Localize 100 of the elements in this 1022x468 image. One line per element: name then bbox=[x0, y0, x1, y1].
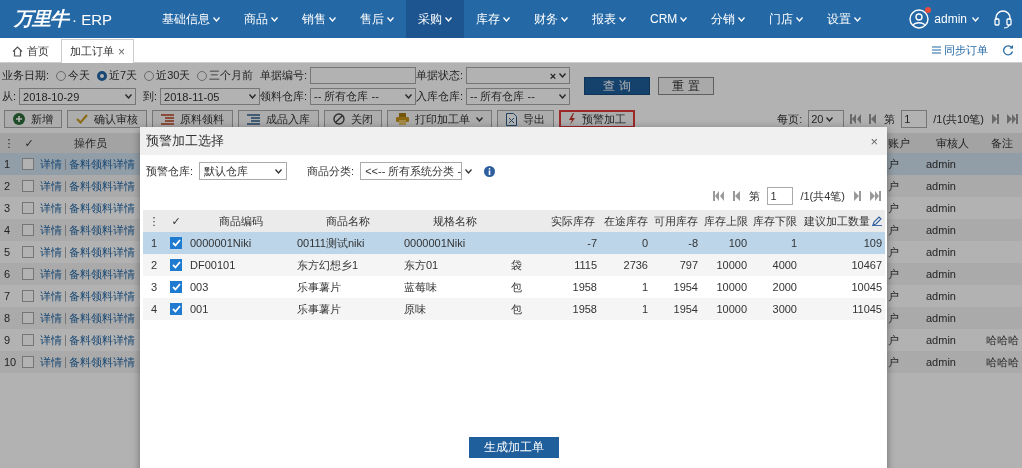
next-page-icon[interactable] bbox=[852, 191, 863, 201]
sync-orders-link[interactable]: 同步订单 bbox=[932, 42, 988, 58]
reset-button[interactable]: 重 置 bbox=[658, 77, 714, 95]
detail-link[interactable]: 备料领料详情 bbox=[69, 354, 135, 370]
radio-button[interactable] bbox=[97, 70, 108, 81]
radio-button[interactable] bbox=[197, 70, 208, 81]
radio-label[interactable]: 三个月前 bbox=[209, 68, 254, 83]
nav-menu-item[interactable]: 门店 bbox=[757, 0, 816, 38]
search-button[interactable]: 查 询 bbox=[584, 77, 650, 95]
page-tab[interactable]: 首页 bbox=[3, 39, 58, 62]
next-page-icon[interactable] bbox=[990, 114, 1001, 124]
row-checkbox[interactable] bbox=[22, 180, 34, 192]
row-checkbox[interactable] bbox=[22, 334, 34, 346]
date-select[interactable]: 2018-11-05 bbox=[160, 88, 260, 105]
nav-menu-item[interactable]: 商品 bbox=[232, 0, 290, 38]
toolbar-button[interactable]: 打印加工单 bbox=[387, 110, 492, 128]
radio-button[interactable] bbox=[56, 70, 67, 81]
radio-label[interactable]: 近7天 bbox=[109, 68, 138, 83]
detail-link[interactable]: 备料领料详情 bbox=[69, 288, 135, 304]
detail-link[interactable]: 备料领料详情 bbox=[69, 200, 135, 216]
detail-link[interactable]: 备料领料详情 bbox=[69, 266, 135, 282]
row-checkbox[interactable] bbox=[170, 281, 182, 293]
row-checkbox[interactable] bbox=[170, 259, 182, 271]
status-select[interactable]: × bbox=[466, 67, 571, 84]
nav-menu-item[interactable]: 库存 bbox=[464, 0, 522, 38]
nav-menu-item[interactable]: CRM bbox=[638, 0, 700, 38]
nav-menu-item[interactable]: 财务 bbox=[522, 0, 580, 38]
detail-link[interactable]: 备料领料详情 bbox=[69, 332, 135, 348]
toolbar-button[interactable]: 关闭 bbox=[324, 110, 382, 128]
close-icon[interactable]: × bbox=[870, 133, 878, 149]
toolbar-button[interactable]: 原料领料 bbox=[152, 110, 233, 128]
column-header: 商品编码 bbox=[218, 213, 263, 229]
detail-link[interactable]: 备料领料详情 bbox=[69, 244, 135, 260]
row-checkbox[interactable] bbox=[170, 237, 182, 249]
nav-menu-item[interactable]: 报表 bbox=[580, 0, 638, 38]
detail-link[interactable]: 备料领料详情 bbox=[69, 178, 135, 194]
detail-link[interactable]: 详情 bbox=[40, 200, 62, 216]
date-select[interactable]: 2018-10-29 bbox=[19, 88, 136, 105]
warehouse-select[interactable]: -- 所有仓库 -- bbox=[466, 88, 571, 105]
headset-icon[interactable] bbox=[994, 9, 1012, 29]
nav-menu-item[interactable]: 采购 bbox=[406, 0, 464, 38]
table-row[interactable]: 1 0000001Niki 00111测试niki 0000001Niki -7 0 -8 100 1 109 bbox=[143, 232, 885, 254]
row-checkbox[interactable] bbox=[22, 246, 34, 258]
detail-link[interactable]: 详情 bbox=[40, 156, 62, 172]
info-icon[interactable] bbox=[484, 165, 496, 177]
warehouse-select[interactable]: -- 所有仓库 -- bbox=[310, 88, 416, 105]
row-checkbox[interactable] bbox=[22, 312, 34, 324]
detail-link[interactable]: 详情 bbox=[40, 354, 62, 370]
detail-link[interactable]: 备料领料详情 bbox=[69, 222, 135, 238]
pencil-icon[interactable] bbox=[872, 216, 882, 226]
warehouse-select[interactable]: 默认仓库 bbox=[199, 162, 288, 180]
toolbar-button[interactable]: 导出 bbox=[497, 110, 554, 128]
radio-label[interactable]: 今天 bbox=[68, 68, 91, 83]
row-checkbox[interactable] bbox=[22, 268, 34, 280]
detail-link[interactable]: 详情 bbox=[40, 244, 62, 260]
toolbar-button[interactable]: 确认审核 bbox=[67, 110, 147, 128]
detail-link[interactable]: 详情 bbox=[40, 222, 62, 238]
detail-link[interactable]: 备料领料详情 bbox=[69, 310, 135, 326]
table-row[interactable]: 2 DF00101 东方幻想乡1 东方01 袋 1115 2736 797 10000 4000 10467 bbox=[143, 254, 885, 276]
row-checkbox[interactable] bbox=[22, 290, 34, 302]
page-tab[interactable]: 加工订单 × bbox=[61, 39, 134, 63]
radio-label[interactable]: 近30天 bbox=[156, 68, 191, 83]
radio-button[interactable] bbox=[144, 70, 155, 81]
detail-link[interactable]: 详情 bbox=[40, 266, 62, 282]
document-icon bbox=[506, 112, 517, 126]
user-icon[interactable] bbox=[909, 9, 930, 29]
nav-menu-item[interactable]: 销售 bbox=[290, 0, 348, 38]
row-checkbox[interactable] bbox=[22, 158, 34, 170]
detail-link[interactable]: 详情 bbox=[40, 288, 62, 304]
previous-page-icon[interactable] bbox=[731, 191, 743, 201]
toolbar-button[interactable]: 成品入库 bbox=[238, 110, 319, 128]
nav-menu-item[interactable]: 分销 bbox=[699, 0, 758, 38]
page-input[interactable]: 1 bbox=[901, 110, 928, 128]
last-page-icon[interactable] bbox=[870, 191, 881, 201]
toolbar-button[interactable]: 新增 bbox=[4, 110, 62, 128]
last-page-icon[interactable] bbox=[1007, 114, 1018, 124]
nav-menu-item[interactable]: 设置 bbox=[815, 0, 874, 38]
previous-page-icon[interactable] bbox=[867, 114, 879, 124]
row-checkbox[interactable] bbox=[170, 303, 182, 315]
row-checkbox[interactable] bbox=[22, 224, 34, 236]
nav-menu-item[interactable]: 售后 bbox=[348, 0, 406, 38]
refresh-icon[interactable] bbox=[1002, 44, 1014, 56]
detail-link[interactable]: 详情 bbox=[40, 332, 62, 348]
row-checkbox[interactable] bbox=[22, 202, 34, 214]
page-input[interactable]: 1 bbox=[767, 187, 794, 205]
close-icon[interactable]: × bbox=[118, 44, 125, 59]
nav-menu-item[interactable]: 基础信息 bbox=[150, 0, 232, 38]
detail-link[interactable]: 详情 bbox=[40, 310, 62, 326]
page-size-select[interactable]: 20 bbox=[808, 110, 845, 128]
detail-link[interactable]: 备料领料详情 bbox=[69, 156, 135, 172]
table-row[interactable]: 4 001 乐事薯片 原味 包 1958 1 1954 10000 3000 11045 bbox=[143, 298, 885, 320]
user-name[interactable]: admin bbox=[934, 12, 967, 26]
toolbar-button[interactable]: 预警加工 bbox=[559, 110, 635, 128]
first-page-icon[interactable] bbox=[850, 114, 862, 124]
row-checkbox[interactable] bbox=[22, 356, 34, 368]
detail-link[interactable]: 详情 bbox=[40, 178, 62, 194]
input-field[interactable] bbox=[310, 67, 416, 84]
generate-order-button[interactable]: 生成加工单 bbox=[468, 437, 559, 458]
dialog-title: 预警加工选择 bbox=[146, 132, 224, 150]
first-page-icon[interactable] bbox=[713, 191, 725, 201]
